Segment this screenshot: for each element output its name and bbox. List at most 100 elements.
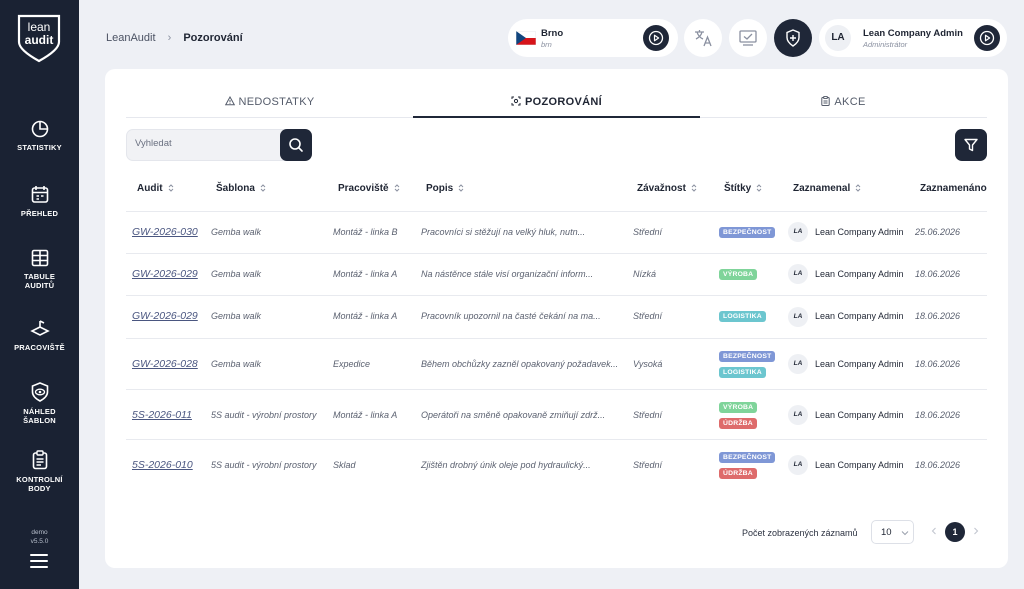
chevron-right-icon[interactable] xyxy=(971,525,981,537)
audit-link[interactable]: GW-2026-029 xyxy=(132,310,198,322)
tab-pozorovani[interactable]: POZOROVÁNÍ xyxy=(413,91,700,118)
shield-plus-icon xyxy=(786,29,800,47)
svg-text:audit: audit xyxy=(25,33,54,47)
description-cell: Během obchůzky zazněl opakovaný požadave… xyxy=(421,359,619,369)
search-input[interactable] xyxy=(135,138,275,149)
sidebar-item-label: KONTROLNÍ xyxy=(16,475,63,484)
search-icon xyxy=(289,138,303,152)
user-play-button[interactable] xyxy=(974,25,1000,51)
scan-icon xyxy=(511,96,521,106)
column-header-stitky[interactable]: Štítky xyxy=(724,183,762,194)
recorder-name: Lean Company Admin xyxy=(815,359,904,369)
grid-icon xyxy=(31,249,48,267)
template-cell: Gemba walk xyxy=(211,359,262,369)
tag-badge: ÚDRŽBA xyxy=(719,418,757,429)
environment-label: demo xyxy=(31,529,48,536)
column-header-pracoviste[interactable]: Pracoviště xyxy=(338,183,400,194)
lean-audit-logo[interactable]: lean audit xyxy=(14,12,64,64)
audit-link[interactable]: 5S-2026-010 xyxy=(132,459,193,471)
translate-icon xyxy=(695,30,712,47)
severity-cell: Střední xyxy=(633,410,663,420)
sidebar-item-tabule-auditu[interactable]: TABULE AUDITŮ xyxy=(0,249,79,290)
tag-badge: BEZPEČNOST xyxy=(719,452,776,463)
recorder-avatar: LA xyxy=(788,455,808,475)
sidebar-item-prehled[interactable]: PŘEHLED xyxy=(0,185,79,218)
sort-icon xyxy=(756,184,762,192)
table-row[interactable]: GW-2026-028 Gemba walk Expedice Během ob… xyxy=(126,338,987,389)
sidebar-item-kontrolni-body[interactable]: KONTROLNÍ BODY xyxy=(0,450,79,493)
pie-chart-icon xyxy=(31,120,48,138)
table-row[interactable]: GW-2026-030 Gemba walk Montáž - linka B … xyxy=(126,211,987,253)
menu-icon[interactable] xyxy=(30,554,48,568)
sort-icon xyxy=(168,184,173,192)
description-cell: Pracovník upozornil na časté čekání na m… xyxy=(421,311,601,321)
workplace-cell: Montáž - linka A xyxy=(333,269,398,279)
column-header-zaznamenano[interactable]: Zaznamenáno xyxy=(920,183,987,194)
translate-button[interactable] xyxy=(684,19,722,57)
table-row[interactable]: GW-2026-029 Gemba walk Montáž - linka A … xyxy=(126,253,987,295)
warning-icon xyxy=(224,95,235,106)
filter-button[interactable] xyxy=(955,129,987,161)
sidebar-item-label: NÁHLED xyxy=(23,407,56,416)
recorder-name: Lean Company Admin xyxy=(815,269,904,279)
location-play-button[interactable] xyxy=(643,25,669,51)
tab-akce[interactable]: AKCE xyxy=(700,91,987,118)
template-cell: 5S audit - výrobní prostory xyxy=(211,410,317,420)
search-button[interactable] xyxy=(280,129,312,161)
table-row[interactable]: 5S-2026-011 5S audit - výrobní prostory … xyxy=(126,389,987,439)
monitor-check-button[interactable] xyxy=(729,19,767,57)
tag-badge: LOGISTIKA xyxy=(719,367,766,378)
search-box xyxy=(126,129,312,161)
czech-flag-icon xyxy=(516,31,536,45)
page-size-select[interactable]: 10 xyxy=(871,520,914,544)
calendar-icon xyxy=(31,186,48,203)
filter-icon xyxy=(964,138,978,152)
user-menu[interactable]: LA Lean Company Admin Administrátor xyxy=(819,19,1007,57)
chevron-down-icon xyxy=(901,531,909,536)
audit-link[interactable]: GW-2026-028 xyxy=(132,358,198,370)
location-name: Brno xyxy=(541,28,564,39)
tab-bar: NEDOSTATKY POZOROVÁNÍ AKCE xyxy=(126,91,987,118)
workplace-cell: Montáž - linka A xyxy=(333,410,398,420)
breadcrumb-root[interactable]: LeanAudit xyxy=(106,32,156,44)
sidebar-item-label: ŠABLON xyxy=(23,416,56,425)
audit-link[interactable]: GW-2026-030 xyxy=(132,226,198,238)
sidebar-item-nahled-sablon[interactable]: NÁHLED ŠABLON xyxy=(0,382,79,425)
clipboard-icon xyxy=(821,96,831,106)
monitor-check-icon xyxy=(739,30,757,46)
tag-badge: LOGISTIKA xyxy=(719,311,766,322)
table-row[interactable]: 5S-2026-010 5S audit - výrobní prostory … xyxy=(126,439,987,490)
page-number-button[interactable]: 1 xyxy=(945,522,965,542)
location-selector[interactable]: Brno brn xyxy=(508,19,678,57)
sidebar-item-label: TABULE xyxy=(23,272,56,281)
sidebar-item-statistiky[interactable]: STATISTIKY xyxy=(0,120,79,152)
column-header-popis[interactable]: Popis xyxy=(426,183,464,194)
audit-link[interactable]: GW-2026-029 xyxy=(132,268,198,280)
tab-nedostatky[interactable]: NEDOSTATKY xyxy=(126,91,413,118)
sidebar: lean audit STATISTIKY PŘEHLED TABULE AUD… xyxy=(0,0,79,589)
date-cell: 18.06.2026 xyxy=(915,410,961,420)
clipboard-list-icon xyxy=(32,450,47,470)
column-header-zavaznost[interactable]: Závažnost xyxy=(637,183,697,194)
date-cell: 18.06.2026 xyxy=(915,269,961,279)
date-cell: 25.06.2026 xyxy=(915,227,961,237)
sort-icon xyxy=(260,184,266,192)
shield-plus-button[interactable] xyxy=(774,19,812,57)
audit-link[interactable]: 5S-2026-011 xyxy=(132,409,192,421)
workplace-cell: Montáž - linka B xyxy=(333,227,398,237)
column-header-sablona[interactable]: Šablona xyxy=(216,183,266,194)
tab-label: NEDOSTATKY xyxy=(238,96,315,108)
sort-icon xyxy=(855,184,861,192)
workplace-icon xyxy=(29,320,50,336)
tab-label: POZOROVÁNÍ xyxy=(525,96,602,108)
column-header-zaznamenal[interactable]: Zaznamenal xyxy=(793,183,861,194)
column-header-audit[interactable]: Audit xyxy=(137,183,174,194)
breadcrumb: LeanAudit › Pozorování xyxy=(106,32,243,44)
description-cell: Na nástěnce stále visí organizační infor… xyxy=(421,269,594,279)
description-cell: Pracovníci si stěžují na velký hluk, nut… xyxy=(421,227,586,237)
tab-label: AKCE xyxy=(834,96,866,108)
template-cell: Gemba walk xyxy=(211,311,262,321)
chevron-left-icon[interactable] xyxy=(929,525,939,537)
sidebar-item-pracoviste[interactable]: PRACOVIŠTĚ xyxy=(0,320,79,352)
table-row[interactable]: GW-2026-029 Gemba walk Montáž - linka A … xyxy=(126,295,987,338)
